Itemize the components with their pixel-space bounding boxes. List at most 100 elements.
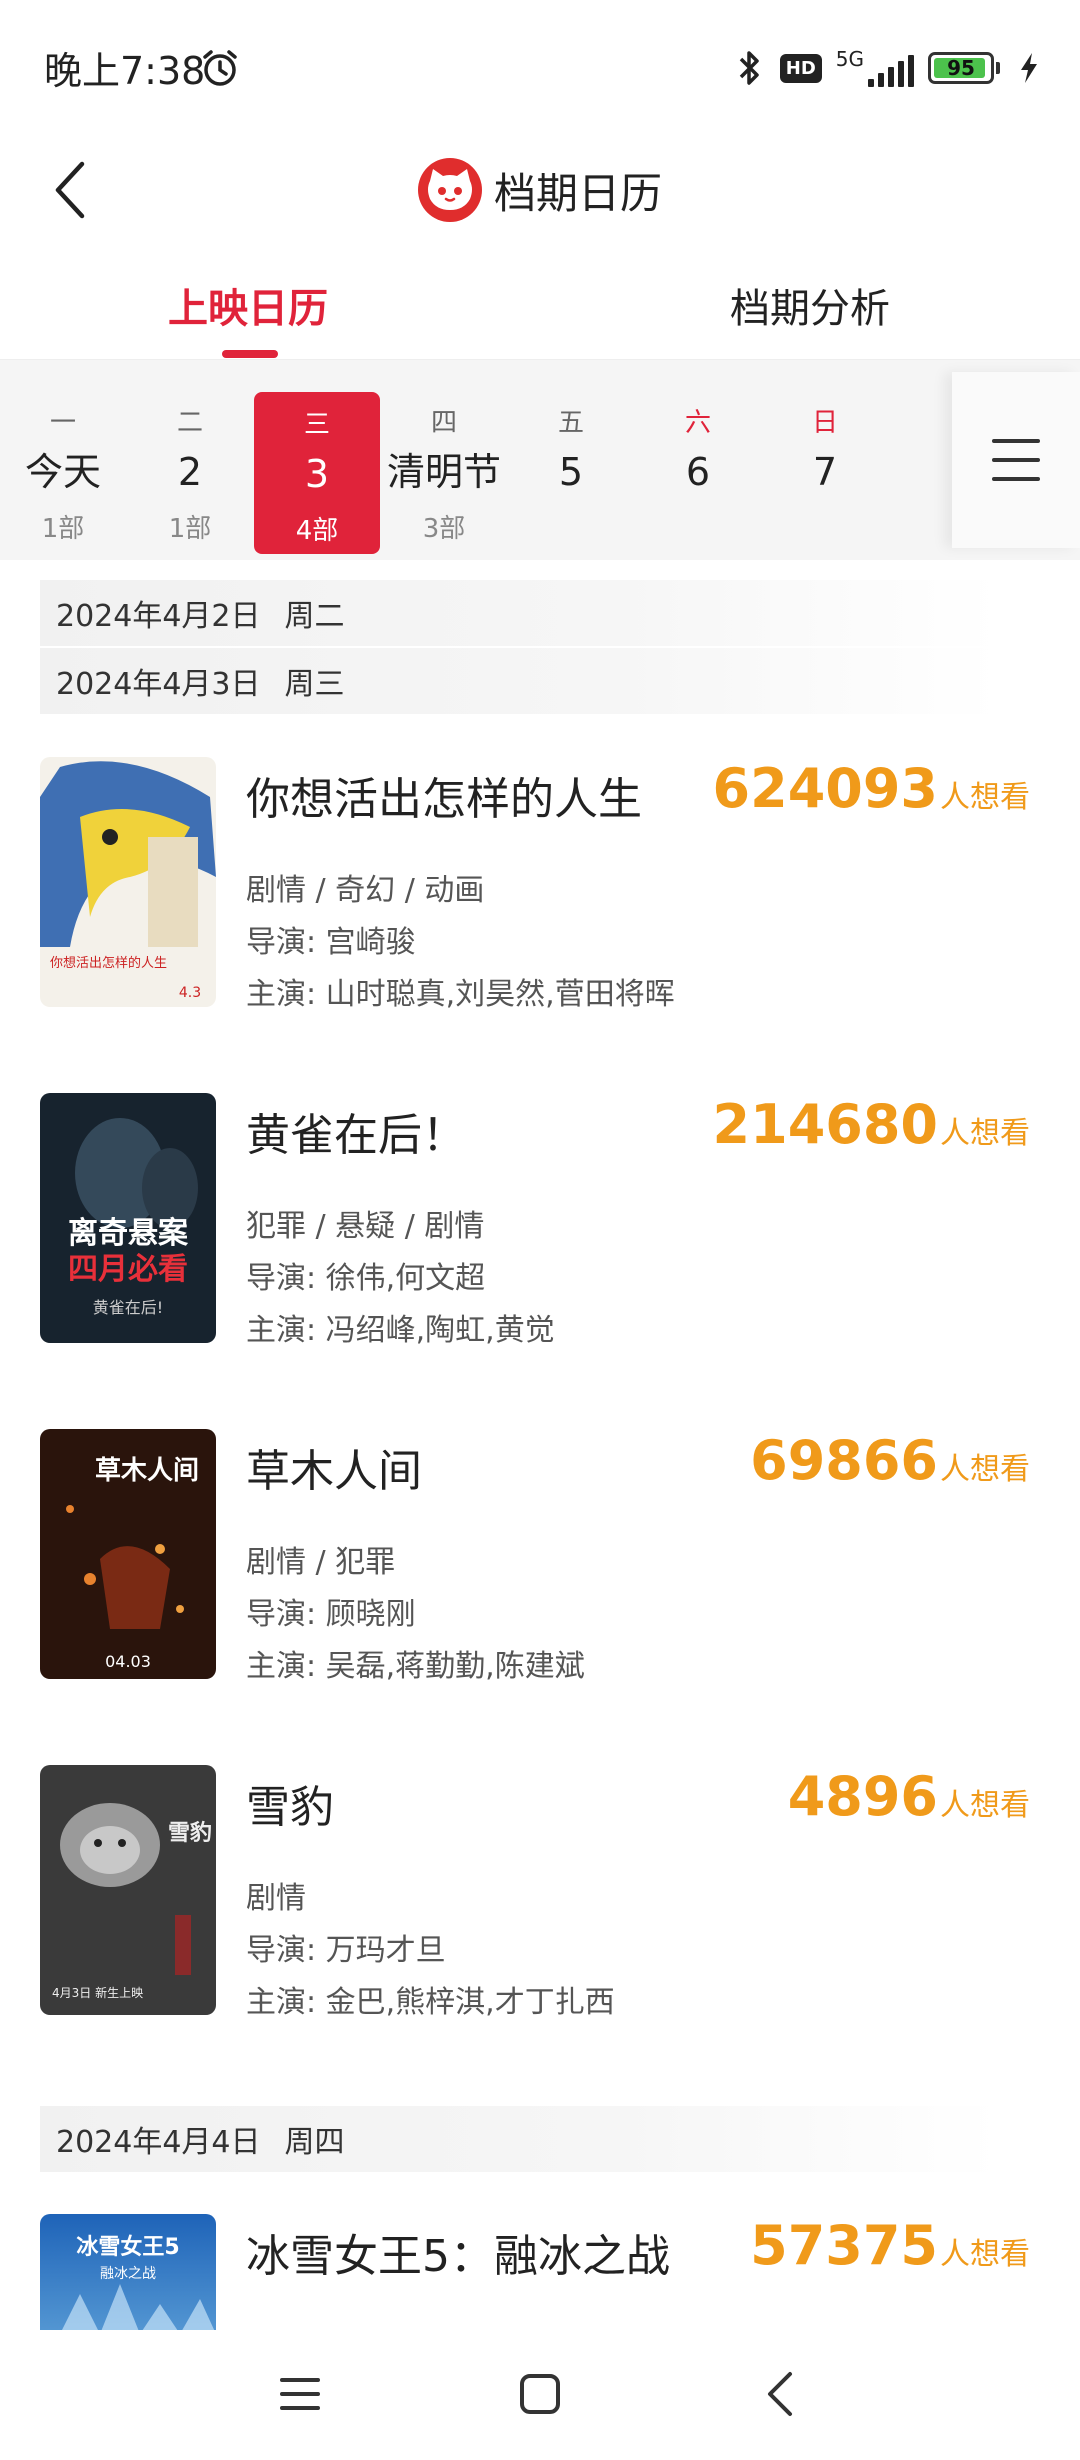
want-count: 214680 bbox=[712, 1093, 938, 1156]
cat-logo-icon bbox=[417, 158, 482, 222]
section-weekday: 周二 bbox=[284, 599, 345, 634]
want-count: 624093 bbox=[712, 757, 938, 820]
day-item-tue[interactable]: 二 2 1部 bbox=[127, 390, 253, 556]
date-header: 2024年4月2日 周二 bbox=[40, 580, 1000, 646]
day-label: 3 bbox=[304, 452, 330, 496]
movie-poster[interactable]: 离奇悬案 四月必看 黄雀在后! bbox=[40, 1093, 216, 1343]
weekday-label: 一 bbox=[49, 408, 76, 438]
day-item-sun[interactable]: 日 7 bbox=[762, 390, 888, 556]
poster-text: 离奇悬案 bbox=[68, 1216, 189, 1251]
day-item-wed-selected[interactable]: 三 3 4部 bbox=[254, 392, 380, 554]
network-type: 5G bbox=[835, 47, 864, 71]
movie-count: 1部 bbox=[168, 514, 212, 544]
movie-poster[interactable]: 草木人间 04.03 bbox=[40, 1429, 216, 1679]
movie-director: 导演: 徐伟,何文超 bbox=[246, 1261, 486, 1296]
movie-cast: 主演: 山时聪真,刘昊然,菅田将晖 bbox=[246, 977, 675, 1012]
system-nav-bar bbox=[0, 2330, 1080, 2460]
movie-genre: 剧情 bbox=[246, 1881, 306, 1916]
want-to-see: 624093 人想看 bbox=[713, 757, 1030, 820]
movie-title: 冰雪女王5：融冰之战 bbox=[246, 2231, 670, 2282]
day-label: 2 bbox=[177, 450, 203, 494]
battery-level: 95 bbox=[947, 56, 975, 80]
day-item-mon[interactable]: 一 今天 1部 bbox=[0, 390, 126, 556]
day-label: 清明节 bbox=[386, 450, 501, 494]
status-time: 晚上7:38 bbox=[44, 49, 206, 93]
date-strip: 一 今天 1部 二 2 1部 三 3 4部 四 清明节 3部 五 5 六 6 日… bbox=[0, 360, 1080, 560]
network-indicator: 5G bbox=[836, 49, 914, 87]
tab-schedule-analysis[interactable]: 档期分析 bbox=[640, 250, 980, 360]
movie-title: 你想活出怎样的人生 bbox=[246, 774, 642, 825]
movie-director: 导演: 宫崎骏 bbox=[246, 925, 416, 960]
poster-date: 04.03 bbox=[105, 1652, 151, 1671]
want-count: 4896 bbox=[787, 1765, 938, 1828]
day-item-fri[interactable]: 五 5 bbox=[508, 390, 634, 556]
want-to-see: 4896 人想看 bbox=[788, 1765, 1030, 1828]
day-label: 6 bbox=[685, 450, 711, 494]
home-button[interactable] bbox=[500, 2364, 580, 2424]
want-count: 57375 bbox=[750, 2214, 938, 2277]
section-date: 2024年4月4日 bbox=[56, 2125, 261, 2160]
poster-text: 四月必看 bbox=[68, 1252, 188, 1287]
movie-genre: 犯罪 / 悬疑 / 剧情 bbox=[246, 1209, 485, 1244]
movie-director: 导演: 万玛才旦 bbox=[246, 1933, 446, 1968]
day-label: 今天 bbox=[24, 450, 101, 494]
day-item-thu[interactable]: 四 清明节 3部 bbox=[381, 390, 507, 556]
weekday-label: 三 bbox=[303, 410, 330, 440]
tab-bar: 上映日历 档期分析 bbox=[0, 250, 1080, 360]
menu-lines-icon bbox=[280, 2378, 320, 2410]
tab-release-calendar[interactable]: 上映日历 bbox=[78, 250, 418, 360]
triangle-back-icon bbox=[768, 2372, 792, 2416]
movie-count: 3部 bbox=[422, 514, 466, 544]
weekday-label: 六 bbox=[684, 408, 711, 438]
day-label: 5 bbox=[558, 450, 584, 494]
signal-icon bbox=[868, 55, 914, 87]
movie-cast: 主演: 冯绍峰,陶虹,黄觉 bbox=[246, 1313, 555, 1348]
want-to-see: 214680 人想看 bbox=[713, 1093, 1030, 1156]
day-label: 7 bbox=[812, 450, 838, 494]
recent-apps-button[interactable] bbox=[260, 2364, 340, 2424]
section-date: 2024年4月2日 bbox=[56, 599, 261, 634]
want-label: 人想看 bbox=[940, 2237, 1030, 2272]
movie-item[interactable]: 离奇悬案 四月必看 黄雀在后! 黄雀在后！ 214680 人想看 犯罪 / 悬疑… bbox=[40, 1093, 1040, 1348]
poster-title: 草木人间 bbox=[95, 1456, 199, 1486]
movie-cast: 主演: 吴磊,蒋勤勤,陈建斌 bbox=[246, 1649, 585, 1684]
want-to-see: 57375 人想看 bbox=[750, 2214, 1030, 2277]
weekday-label: 五 bbox=[557, 408, 584, 438]
movie-poster[interactable]: 4.3 你想活出怎样的人生 bbox=[40, 757, 216, 1007]
day-item-sat[interactable]: 六 6 bbox=[635, 390, 761, 556]
charging-icon bbox=[1021, 53, 1037, 83]
page-title: 档期日历 bbox=[493, 168, 662, 218]
movie-title: 黄雀在后！ bbox=[246, 1110, 466, 1161]
menu-icon bbox=[992, 439, 1040, 481]
movie-item[interactable]: 草木人间 04.03 草木人间 69866 人想看 剧情 / 犯罪 导演: 顾晓… bbox=[40, 1429, 1040, 1684]
back-nav-button[interactable] bbox=[740, 2364, 820, 2424]
title-bar: 档期日历 bbox=[0, 130, 1080, 250]
tab-indicator bbox=[222, 350, 278, 358]
status-bar: 晚上7:38 HD 5G 95 bbox=[0, 0, 1080, 130]
movie-item[interactable]: 雪豹 4月3日 新生上映 雪豹 4896 人想看 剧情 导演: 万玛才旦 主演:… bbox=[40, 1765, 1040, 2020]
screen: 晚上7:38 HD 5G 95 档期日历 上映日历 档期分析 一 今天 1部 二… bbox=[0, 0, 1080, 2460]
section-weekday: 周三 bbox=[284, 667, 345, 702]
bluetooth-icon bbox=[739, 51, 759, 85]
calendar-menu-button[interactable] bbox=[952, 372, 1080, 548]
poster-title: 冰雪女王5 bbox=[76, 2234, 179, 2260]
movie-count: 1部 bbox=[41, 514, 85, 544]
poster-title: 你想活出怎样的人生 bbox=[50, 955, 167, 971]
date-header: 2024年4月4日 周四 bbox=[40, 2106, 1000, 2172]
section-date: 2024年4月3日 bbox=[56, 667, 261, 702]
poster-title: 雪豹 bbox=[168, 1820, 212, 1846]
movie-title: 雪豹 bbox=[246, 1782, 334, 1833]
poster-date: 4月3日 新生上映 bbox=[52, 1985, 143, 2000]
poster-text: 黄雀在后! bbox=[93, 1298, 163, 1317]
movie-poster[interactable]: 雪豹 4月3日 新生上映 bbox=[40, 1765, 216, 2015]
want-count: 69866 bbox=[750, 1429, 938, 1492]
movie-count: 4部 bbox=[295, 516, 339, 546]
weekday-label: 四 bbox=[430, 408, 457, 438]
square-icon bbox=[520, 2374, 560, 2414]
movie-item[interactable]: 4.3 你想活出怎样的人生 你想活出怎样的人生 624093 人想看 剧情 / … bbox=[40, 757, 1040, 1012]
movie-title: 草木人间 bbox=[246, 1446, 422, 1497]
poster-subtitle: 融冰之战 bbox=[100, 2266, 156, 2282]
movie-cast: 主演: 金巴,熊梓淇,才丁扎西 bbox=[246, 1985, 615, 2020]
want-label: 人想看 bbox=[940, 780, 1030, 815]
hd-badge: HD bbox=[779, 53, 822, 83]
